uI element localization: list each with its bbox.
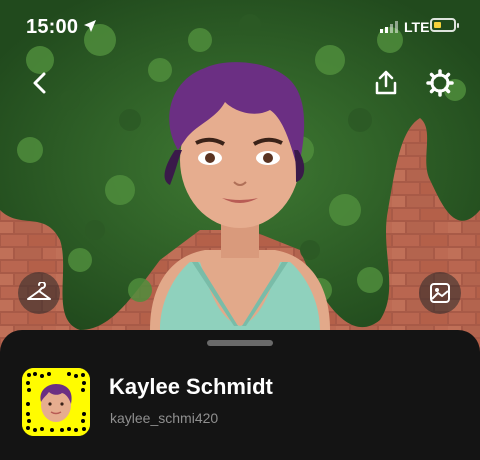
drag-handle[interactable] — [207, 340, 273, 346]
snapcode-icon — [22, 368, 90, 436]
share-button[interactable] — [366, 63, 406, 103]
share-icon — [375, 70, 397, 95]
battery-level — [434, 22, 441, 28]
profile-sheet: Kaylee Schmidt kaylee_schmi420 — [0, 330, 480, 460]
username: kaylee_schmi420 — [110, 410, 219, 426]
display-name: Kaylee Schmidt — [109, 374, 273, 399]
location-arrow-icon — [83, 19, 97, 38]
status-bar: 15:00 LTE — [0, 0, 480, 56]
gear-icon — [426, 69, 454, 97]
back-button[interactable] — [20, 63, 60, 103]
battery-icon — [430, 18, 459, 32]
hanger-icon — [27, 282, 51, 300]
chevron-left-icon — [33, 72, 46, 94]
network-type: LTE — [404, 19, 430, 35]
battery-nub — [457, 23, 459, 28]
signal-bars-icon — [380, 20, 400, 38]
snapcode[interactable] — [22, 368, 90, 436]
outfit-button[interactable] — [18, 272, 60, 314]
backdrop-button[interactable] — [419, 272, 461, 314]
status-time: 15:00 — [26, 16, 79, 38]
photo-icon — [430, 283, 450, 303]
settings-button[interactable] — [420, 63, 460, 103]
